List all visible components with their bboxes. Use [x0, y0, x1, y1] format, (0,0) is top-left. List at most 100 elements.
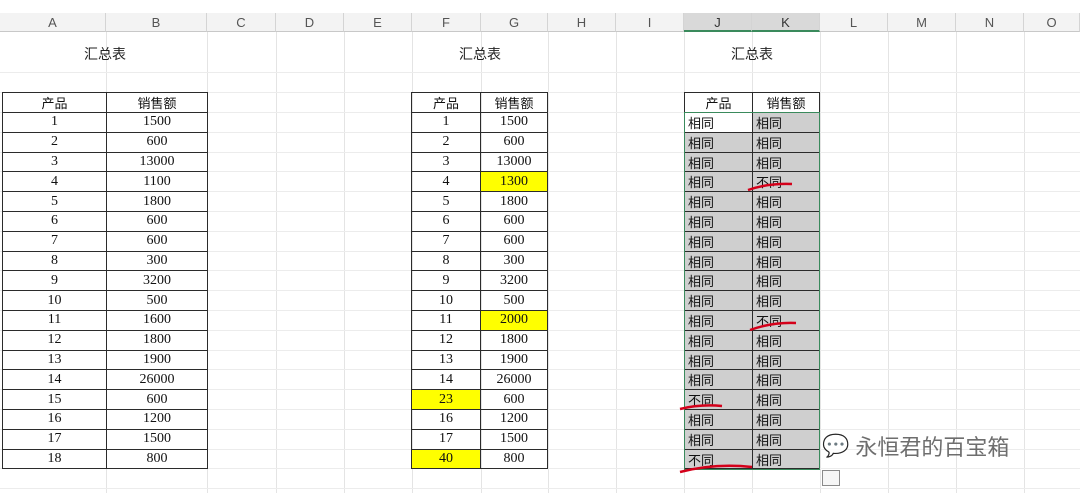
- table3-cell-sales[interactable]: 相同: [752, 428, 820, 450]
- table3-cell-product[interactable]: 相同: [684, 211, 753, 232]
- table3-cell-product[interactable]: 相同: [684, 349, 753, 371]
- table1-header-product[interactable]: 产品: [2, 92, 107, 113]
- table2-cell-product[interactable]: 16: [411, 409, 481, 430]
- table2-header-product[interactable]: 产品: [411, 92, 481, 113]
- table3-cell-product[interactable]: 相同: [684, 428, 753, 450]
- table3-cell-product[interactable]: 相同: [684, 131, 753, 153]
- table2-cell-sales[interactable]: 500: [480, 290, 548, 311]
- table2-cell-product[interactable]: 12: [411, 329, 481, 351]
- table3-cell-product[interactable]: 不同: [684, 448, 753, 470]
- table3-header-sales[interactable]: 销售额: [752, 92, 820, 113]
- table1-cell-sales[interactable]: 800: [106, 448, 208, 470]
- table1-cell-product[interactable]: 2: [2, 131, 107, 153]
- table2-cell-product[interactable]: 8: [411, 250, 481, 272]
- table2-cell-product[interactable]: 23: [411, 389, 481, 410]
- table3-cell-sales[interactable]: 相同: [752, 230, 820, 252]
- table3-cell-sales[interactable]: 相同: [752, 112, 820, 133]
- table2-cell-product[interactable]: 40: [411, 448, 481, 470]
- table1-cell-product[interactable]: 16: [2, 409, 107, 430]
- table1-cell-sales[interactable]: 1600: [106, 310, 208, 331]
- table1-cell-sales[interactable]: 26000: [106, 369, 208, 391]
- column-header-a[interactable]: A: [0, 13, 106, 32]
- column-header-j[interactable]: J: [684, 13, 752, 32]
- table1-cell-sales[interactable]: 1800: [106, 329, 208, 351]
- column-header-l[interactable]: L: [820, 13, 888, 32]
- table3-cell-sales[interactable]: 相同: [752, 369, 820, 391]
- table2-cell-sales[interactable]: 1800: [480, 329, 548, 351]
- table3-cell-sales[interactable]: 相同: [752, 131, 820, 153]
- table1-cell-product[interactable]: 11: [2, 310, 107, 331]
- table3-cell-product[interactable]: 相同: [684, 329, 753, 351]
- table3-cell-product[interactable]: 相同: [684, 151, 753, 173]
- column-header-n[interactable]: N: [956, 13, 1024, 32]
- table2-cell-product[interactable]: 4: [411, 171, 481, 193]
- table3-cell-sales[interactable]: 相同: [752, 191, 820, 212]
- table3-cell-product[interactable]: 相同: [684, 270, 753, 292]
- column-header-c[interactable]: C: [207, 13, 276, 32]
- table1-cell-sales[interactable]: 1900: [106, 349, 208, 371]
- table1-cell-product[interactable]: 13: [2, 349, 107, 371]
- table1-cell-sales[interactable]: 1800: [106, 191, 208, 212]
- table2-cell-product[interactable]: 3: [411, 151, 481, 173]
- table2-cell-sales[interactable]: 13000: [480, 151, 548, 173]
- table1-cell-product[interactable]: 3: [2, 151, 107, 173]
- column-header-m[interactable]: M: [888, 13, 956, 32]
- table2-cell-sales[interactable]: 1800: [480, 191, 548, 212]
- table1-cell-sales[interactable]: 1500: [106, 428, 208, 450]
- table3-cell-sales[interactable]: 相同: [752, 211, 820, 232]
- column-header-b[interactable]: B: [106, 13, 207, 32]
- column-header-k[interactable]: K: [752, 13, 820, 32]
- column-header-o[interactable]: O: [1024, 13, 1080, 32]
- table3-header-product[interactable]: 产品: [684, 92, 753, 113]
- table2-cell-product[interactable]: 6: [411, 211, 481, 232]
- table3-cell-sales[interactable]: 相同: [752, 250, 820, 272]
- table2-cell-sales[interactable]: 600: [480, 389, 548, 410]
- table2-cell-sales[interactable]: 800: [480, 448, 548, 470]
- table2-cell-product[interactable]: 13: [411, 349, 481, 371]
- table1-cell-product[interactable]: 14: [2, 369, 107, 391]
- table2-cell-sales[interactable]: 1200: [480, 409, 548, 430]
- table3-cell-product[interactable]: 相同: [684, 409, 753, 430]
- table1-cell-sales[interactable]: 1200: [106, 409, 208, 430]
- table2-cell-sales[interactable]: 300: [480, 250, 548, 272]
- table1-cell-product[interactable]: 18: [2, 448, 107, 470]
- table2-cell-product[interactable]: 5: [411, 191, 481, 212]
- table2-cell-sales[interactable]: 3200: [480, 270, 548, 292]
- table2-cell-product[interactable]: 7: [411, 230, 481, 252]
- table2-cell-sales[interactable]: 1300: [480, 171, 548, 193]
- table1-cell-product[interactable]: 1: [2, 112, 107, 133]
- column-header-f[interactable]: F: [412, 13, 481, 32]
- table2-cell-sales[interactable]: 2000: [480, 310, 548, 331]
- table2-cell-product[interactable]: 10: [411, 290, 481, 311]
- spreadsheet[interactable]: ABCDEFGHIJKLMNO 汇总表 汇总表 汇总表 产品 销售额 1 1500 2 6…: [0, 0, 1080, 493]
- table3-cell-product[interactable]: 相同: [684, 171, 753, 193]
- table1-cell-sales[interactable]: 13000: [106, 151, 208, 173]
- table2-cell-product[interactable]: 2: [411, 131, 481, 153]
- table3-cell-product[interactable]: 不同: [684, 389, 753, 410]
- table2-header-sales[interactable]: 销售额: [480, 92, 548, 113]
- table1-cell-sales[interactable]: 300: [106, 250, 208, 272]
- table2-cell-sales[interactable]: 26000: [480, 369, 548, 391]
- table2-cell-product[interactable]: 11: [411, 310, 481, 331]
- table2-cell-product[interactable]: 9: [411, 270, 481, 292]
- table2-cell-sales[interactable]: 600: [480, 131, 548, 153]
- table1-cell-product[interactable]: 9: [2, 270, 107, 292]
- table1-cell-product[interactable]: 6: [2, 211, 107, 232]
- table1-cell-sales[interactable]: 500: [106, 290, 208, 311]
- table3-cell-sales[interactable]: 相同: [752, 151, 820, 173]
- table3-cell-sales[interactable]: 不同: [752, 310, 820, 331]
- table1-header-sales[interactable]: 销售额: [106, 92, 208, 113]
- table3-cell-sales[interactable]: 相同: [752, 290, 820, 311]
- table1-cell-sales[interactable]: 600: [106, 131, 208, 153]
- table3-cell-product[interactable]: 相同: [684, 310, 753, 331]
- table3-cell-product[interactable]: 相同: [684, 191, 753, 212]
- table2-cell-product[interactable]: 1: [411, 112, 481, 133]
- table1-cell-sales[interactable]: 1500: [106, 112, 208, 133]
- column-header-h[interactable]: H: [548, 13, 616, 32]
- table2-cell-sales[interactable]: 1900: [480, 349, 548, 371]
- table2-cell-sales[interactable]: 600: [480, 211, 548, 232]
- table1-cell-product[interactable]: 5: [2, 191, 107, 212]
- table3-cell-sales[interactable]: 相同: [752, 349, 820, 371]
- table2-cell-sales[interactable]: 600: [480, 230, 548, 252]
- table3-cell-sales[interactable]: 相同: [752, 448, 820, 470]
